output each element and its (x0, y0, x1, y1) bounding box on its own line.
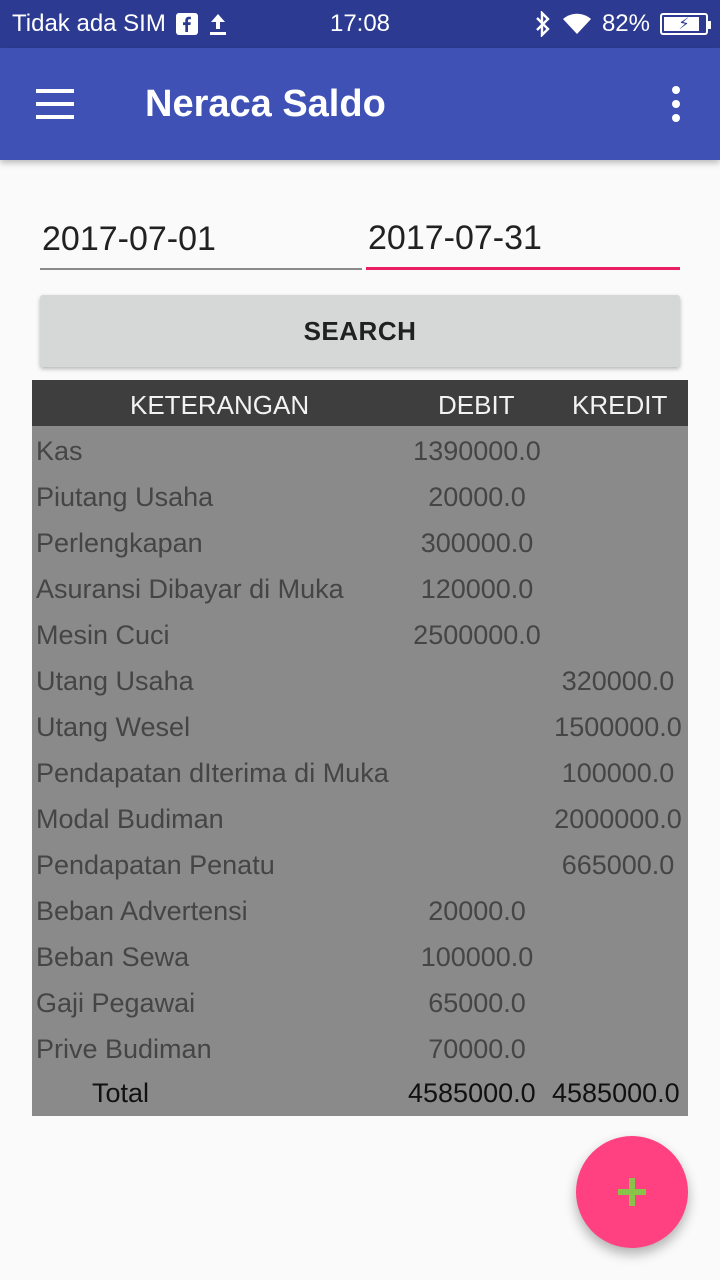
cell-kredit: 665000.0 (561, 850, 675, 880)
end-date-input[interactable] (366, 210, 680, 270)
start-date-input[interactable] (40, 210, 362, 270)
cell-keterangan: Kas (36, 436, 83, 466)
cell-kredit (548, 566, 688, 612)
cell-kredit (548, 888, 688, 934)
cell-keterangan: Modal Budiman (36, 804, 224, 834)
header-kredit: KREDIT (572, 390, 668, 420)
header-keterangan: KETERANGAN (130, 390, 310, 420)
page-title: Neraca Saldo (145, 83, 386, 125)
cell-kredit (548, 520, 688, 566)
table-row: Pendapatan Penatu 665000.0 (32, 842, 688, 888)
table-row: Pendapatan dIterima di Muka 100000.0 (32, 750, 688, 796)
table-row: Mesin Cuci 2500000.0 (32, 612, 688, 658)
table-header: KETERANGAN DEBIT KREDIT (32, 380, 688, 426)
table-row: Utang Wesel 1500000.0 (32, 704, 688, 750)
cell-kredit: 1500000.0 (554, 712, 682, 742)
cell-debit (402, 796, 552, 842)
cell-keterangan: Beban Sewa (36, 942, 190, 972)
table-row: Kas 1390000.0 (32, 428, 688, 474)
search-button[interactable]: SEARCH (40, 295, 680, 367)
cell-keterangan: Pendapatan Penatu (36, 850, 275, 880)
table-row: Gaji Pegawai 65000.0 (32, 980, 688, 1026)
cell-debit: 65000.0 (428, 988, 526, 1018)
cell-debit: 20000.0 (428, 482, 526, 512)
total-label: Total (92, 1078, 150, 1108)
cell-kredit (548, 474, 688, 520)
wifi-icon (562, 12, 592, 36)
cell-keterangan: Mesin Cuci (36, 620, 170, 650)
cell-keterangan: Gaji Pegawai (36, 988, 196, 1018)
table-row: Piutang Usaha 20000.0 (32, 474, 688, 520)
cell-debit: 1390000.0 (413, 436, 541, 466)
table-row: Beban Sewa 100000.0 (32, 934, 688, 980)
cell-debit: 20000.0 (428, 896, 526, 926)
table-row: Beban Advertensi 20000.0 (32, 888, 688, 934)
bluetooth-icon (534, 11, 552, 37)
hamburger-menu-icon[interactable] (24, 80, 88, 128)
table-row: Utang Usaha 320000.0 (32, 658, 688, 704)
cell-keterangan: Utang Usaha (36, 666, 194, 696)
table-rows: Kas 1390000.0 Piutang Usaha 20000.0 Perlen… (32, 428, 688, 1072)
table-row: Modal Budiman 2000000.0 (32, 796, 688, 842)
cell-kredit: 100000.0 (561, 758, 675, 788)
table-row: Asuransi Dibayar di Muka 120000.0 (32, 566, 688, 612)
table-row: Perlengkapan 300000.0 (32, 520, 688, 566)
cell-debit: 2500000.0 (413, 620, 541, 650)
total-row: Total 4585000.0 4585000.0 (32, 1070, 688, 1116)
cell-debit (402, 658, 552, 704)
cell-debit (402, 750, 552, 796)
cell-keterangan: Pendapatan dIterima di Muka (36, 758, 389, 788)
trial-balance-table: KETERANGAN DEBIT KREDIT Kas 1390000.0 Piu… (32, 380, 688, 1116)
cell-kredit: 320000.0 (561, 666, 675, 696)
total-debit: 4585000.0 (408, 1078, 536, 1108)
battery-charging-icon: ⚡ (660, 13, 711, 35)
cell-keterangan: Beban Advertensi (36, 896, 248, 926)
cell-debit (402, 842, 552, 888)
cell-keterangan: Perlengkapan (36, 528, 203, 558)
cell-keterangan: Asuransi Dibayar di Muka (36, 574, 344, 604)
cell-keterangan: Piutang Usaha (36, 482, 214, 512)
total-kredit: 4585000.0 (552, 1078, 680, 1108)
cell-keterangan: Prive Budiman (36, 1034, 212, 1064)
cell-keterangan: Utang Wesel (36, 712, 191, 742)
cell-debit: 70000.0 (428, 1034, 526, 1064)
cell-kredit (548, 612, 688, 658)
cell-kredit (548, 428, 688, 474)
plus-icon (618, 1178, 646, 1206)
app-bar: Neraca Saldo (0, 48, 720, 160)
table-row: Prive Budiman 70000.0 (32, 1026, 688, 1072)
cell-kredit: 2000000.0 (554, 804, 682, 834)
cell-debit: 300000.0 (420, 528, 534, 558)
header-debit: DEBIT (438, 390, 515, 420)
cell-debit: 120000.0 (420, 574, 534, 604)
more-vert-icon[interactable] (652, 80, 700, 128)
cell-debit: 100000.0 (420, 942, 534, 972)
status-bar: Tidak ada SIM 17:08 82% ⚡ (0, 0, 720, 48)
cell-debit (402, 704, 552, 750)
cell-kredit (548, 934, 688, 980)
cell-kredit (548, 1026, 688, 1072)
cell-kredit (548, 980, 688, 1026)
add-button[interactable] (576, 1136, 688, 1248)
battery-percent: 82% (601, 10, 650, 37)
